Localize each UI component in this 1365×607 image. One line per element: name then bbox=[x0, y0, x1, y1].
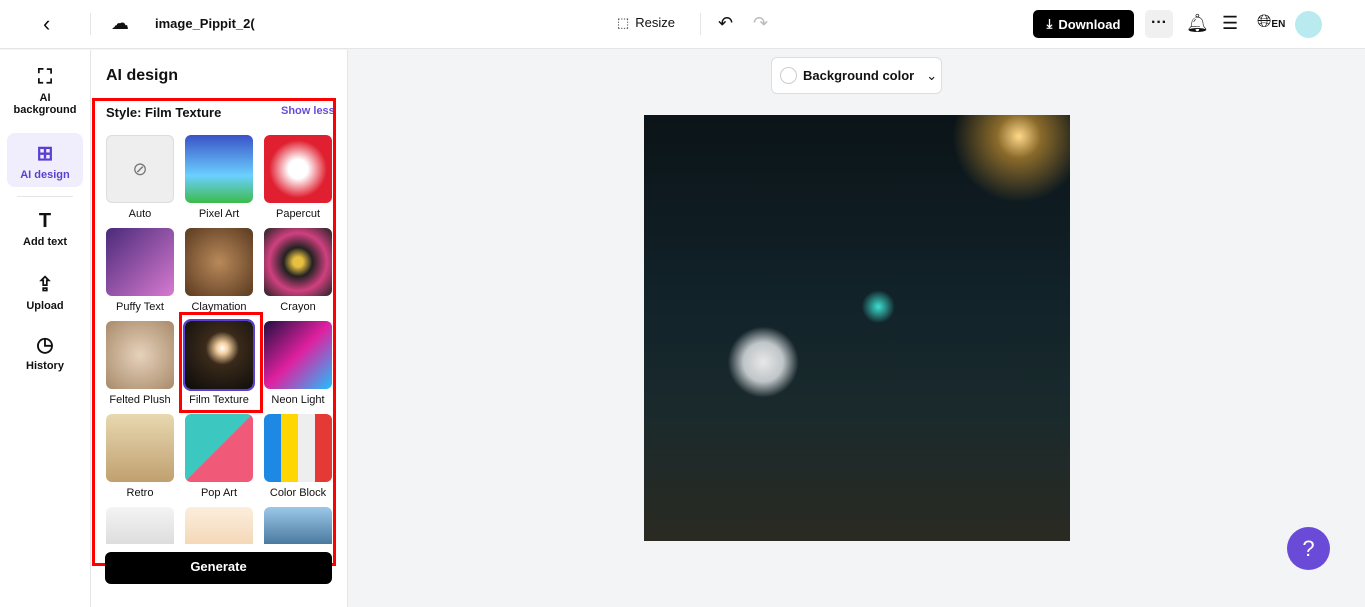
highlight-box-selected bbox=[179, 312, 263, 413]
download-icon: ⤓ bbox=[1046, 16, 1053, 31]
bell-icon[interactable]: 🔔︎ bbox=[1186, 14, 1209, 32]
color-swatch bbox=[780, 67, 797, 84]
help-icon: ? bbox=[1302, 536, 1315, 561]
panel-title: AI design bbox=[106, 67, 179, 84]
rail-upload[interactable]: ⇪ Upload bbox=[7, 272, 83, 312]
resize-icon: ⬚ bbox=[617, 15, 630, 30]
tool-rail: ⛶ AI background ⊞ AI design T Add text ⇪ Upl… bbox=[0, 50, 91, 607]
background-color-button[interactable]: Background color ⌄ bbox=[771, 57, 942, 94]
language-button[interactable]: 🌐︎EN bbox=[1257, 12, 1285, 32]
resize-button[interactable]: ⬚ Resize bbox=[617, 15, 675, 31]
layers-icon[interactable]: ☰ bbox=[1222, 14, 1238, 32]
divider bbox=[17, 196, 73, 197]
undo-icon[interactable]: ↶ bbox=[718, 14, 733, 32]
more-button[interactable]: ··· bbox=[1145, 10, 1173, 38]
cloud-saved-icon[interactable]: ☁ bbox=[111, 14, 129, 32]
help-button[interactable]: ? bbox=[1287, 527, 1330, 570]
rail-ai-design[interactable]: ⊞ AI design bbox=[7, 133, 83, 187]
top-bar: ‹ ☁ image_Pippit_2( ⬚ Resize ↶ ↷ ⤓ Downloa… bbox=[0, 0, 1365, 49]
history-icon: ◷ bbox=[36, 334, 54, 356]
upload-icon: ⇪ bbox=[36, 274, 54, 296]
back-icon[interactable]: ‹ bbox=[43, 13, 50, 35]
generate-button[interactable]: Generate bbox=[105, 552, 332, 584]
chevron-down-icon: ⌄ bbox=[926, 67, 938, 83]
download-button[interactable]: ⤓ Download bbox=[1033, 10, 1134, 38]
rail-history[interactable]: ◷ History bbox=[7, 332, 83, 372]
canvas-image[interactable] bbox=[644, 115, 1070, 541]
divider bbox=[700, 13, 701, 35]
ai-design-icon: ⊞ bbox=[36, 143, 54, 165]
file-name[interactable]: image_Pippit_2( bbox=[155, 16, 255, 31]
rail-ai-background[interactable]: ⛶ AI background bbox=[7, 66, 83, 116]
divider bbox=[90, 13, 91, 35]
redo-icon[interactable]: ↷ bbox=[753, 14, 768, 32]
bag-icon: ⛶ bbox=[38, 66, 52, 88]
globe-icon: 🌐︎ bbox=[1257, 11, 1272, 31]
avatar[interactable] bbox=[1295, 11, 1322, 38]
rail-add-text[interactable]: T Add text bbox=[7, 210, 83, 248]
text-icon: T bbox=[38, 210, 52, 232]
